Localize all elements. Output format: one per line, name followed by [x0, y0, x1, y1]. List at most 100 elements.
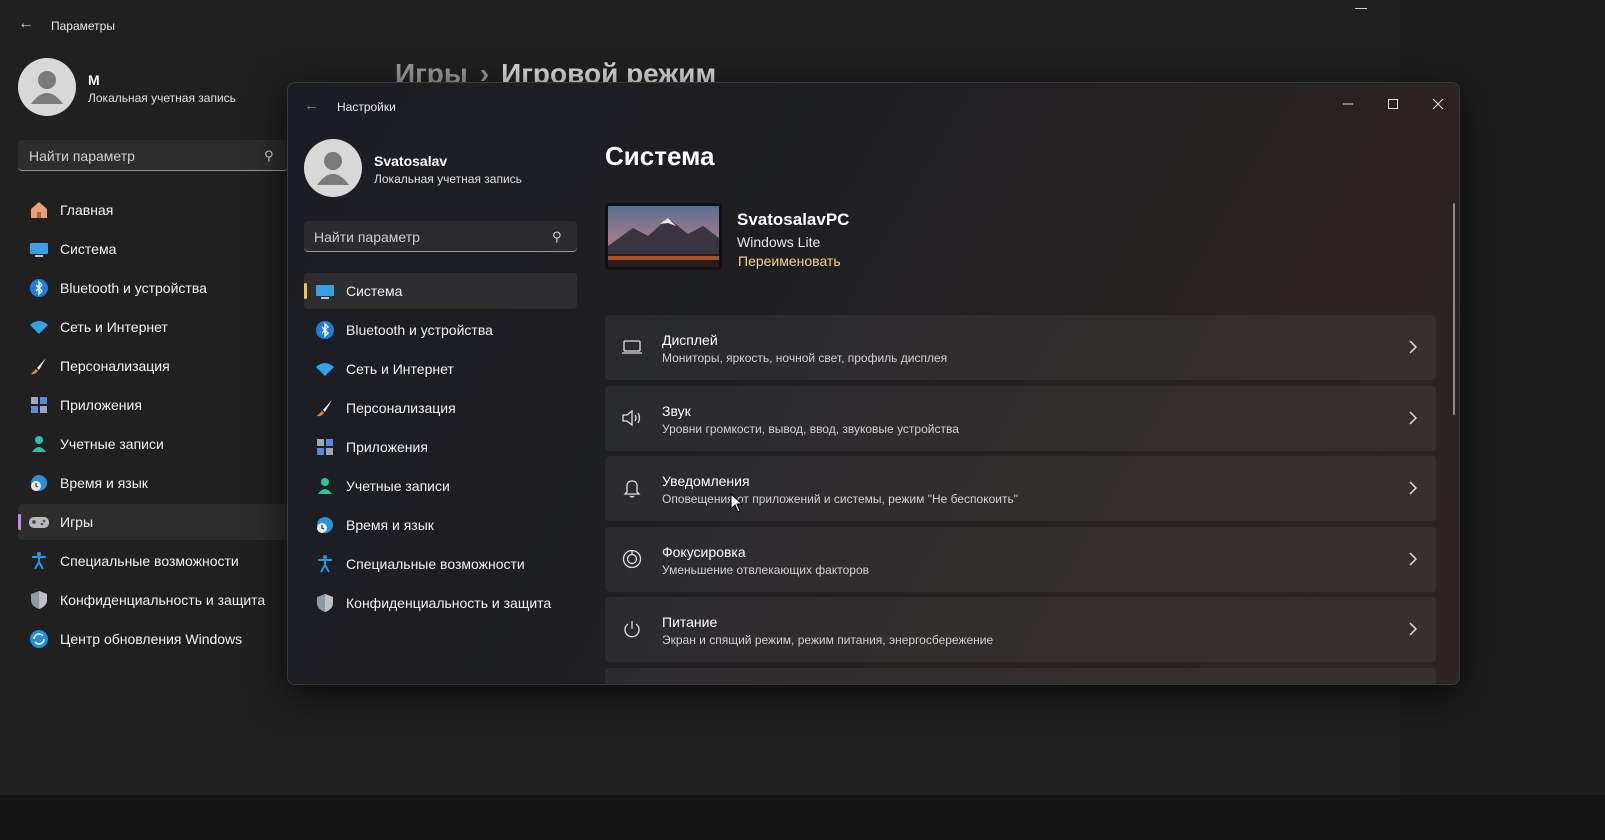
brush-icon — [314, 397, 336, 419]
sidebar-item-accessibility[interactable]: Специальные возможности — [304, 546, 577, 582]
card-title: Дисплей — [662, 332, 718, 348]
card-subtitle: Экран и спящий режим, режим питания, эне… — [662, 633, 994, 647]
sidebar-item-label: Главная — [60, 202, 114, 218]
sidebar-item-label: Bluetooth и устройства — [346, 322, 493, 338]
wifi-icon — [314, 358, 336, 380]
sidebar-item-system[interactable]: Система — [18, 231, 293, 267]
close-icon — [1432, 98, 1443, 110]
sidebar-item-privacy[interactable]: Конфиденциальность и защита — [304, 585, 577, 621]
person-icon — [314, 475, 336, 497]
apps-icon — [28, 394, 50, 416]
sidebar-item-time-language[interactable]: Время и язык — [18, 465, 293, 501]
sidebar-item-apps[interactable]: Приложения — [18, 387, 293, 423]
sidebar-item-personalization[interactable]: Персонализация — [18, 348, 293, 384]
chevron-right-icon — [1406, 479, 1420, 497]
sidebar-item-label: Персонализация — [60, 358, 170, 374]
sidebar-item-network[interactable]: Сеть и Интернет — [18, 309, 293, 345]
sidebar-item-label: Сеть и Интернет — [346, 361, 454, 377]
apps-icon — [314, 436, 336, 458]
shield-icon — [28, 589, 50, 611]
account-type: Локальная учетная запись — [374, 172, 522, 186]
sidebar-item-system[interactable]: Система — [304, 273, 577, 309]
card-subtitle: Уменьшение отвлекающих факторов — [662, 562, 869, 577]
sidebar-item-bluetooth[interactable]: Bluetooth и устройства — [304, 312, 577, 348]
rename-link[interactable]: Переименовать — [738, 253, 841, 269]
close-button[interactable] — [1415, 89, 1459, 119]
card-display[interactable]: Дисплей Мониторы, яркость, ночной свет, … — [605, 315, 1436, 380]
sidebar-item-personalization[interactable]: Персонализация — [304, 390, 577, 426]
globe-clock-icon — [28, 472, 50, 494]
sidebar-item-windows-update[interactable]: Центр обновления Windows — [18, 621, 293, 657]
accessibility-icon — [28, 550, 50, 572]
card-next-partial[interactable] — [605, 667, 1436, 684]
card-title: Питание — [662, 614, 718, 630]
sidebar-item-label: Персонализация — [346, 400, 456, 416]
chevron-right-icon — [1406, 338, 1420, 356]
window-title: Настройки — [337, 100, 396, 114]
sidebar-item-bluetooth[interactable]: Bluetooth и устройства — [18, 270, 293, 306]
card-subtitle: Мониторы, яркость, ночной свет, профиль … — [662, 351, 948, 365]
search-input[interactable]: Найти параметр ⚲ — [304, 221, 577, 252]
minimize-icon[interactable] — [1355, 8, 1367, 9]
chevron-right-icon — [1406, 550, 1420, 568]
search-icon[interactable]: ⚲ — [264, 148, 274, 164]
accessibility-icon — [314, 553, 336, 575]
card-title: Уведомления — [662, 473, 750, 489]
sidebar-item-label: Конфиденциальность и защита — [60, 592, 266, 608]
chevron-right-icon — [1406, 409, 1420, 427]
sidebar-item-accounts[interactable]: Учетные записи — [304, 468, 577, 504]
windows-edition: Windows Lite — [737, 234, 821, 250]
sidebar-item-label: Приложения — [60, 397, 142, 413]
device-wallpaper-thumbnail — [605, 203, 722, 270]
sidebar-nav: Система Bluetooth и устройства Сеть и Ин… — [304, 273, 577, 624]
card-power[interactable]: Питание Экран и спящий режим, режим пита… — [605, 597, 1436, 662]
monitor-icon — [314, 280, 336, 302]
avatar[interactable] — [304, 139, 362, 197]
account-type: Локальная учетная запись — [88, 91, 236, 105]
user-name: M — [88, 72, 100, 88]
sidebar-item-gaming[interactable]: Игры — [18, 504, 293, 540]
display-icon — [621, 336, 643, 358]
search-placeholder: Найти параметр — [314, 229, 420, 245]
sidebar-item-accessibility[interactable]: Специальные возможности — [18, 543, 293, 579]
card-title: Звук — [662, 402, 691, 419]
back-arrow-icon[interactable]: ← — [18, 15, 34, 33]
sidebar-item-label: Игры — [60, 514, 94, 530]
sidebar-item-time-language[interactable]: Время и язык — [304, 507, 577, 543]
sidebar-item-apps[interactable]: Приложения — [304, 429, 577, 465]
focus-icon — [621, 548, 643, 570]
minimize-icon — [1342, 103, 1353, 105]
page-title: Система — [605, 141, 715, 171]
chevron-right-icon — [1406, 620, 1420, 638]
monitor-icon — [28, 238, 50, 260]
maximize-icon — [1387, 99, 1398, 109]
maximize-button[interactable] — [1370, 89, 1415, 119]
search-icon[interactable]: ⚲ — [552, 229, 562, 245]
sidebar-item-privacy[interactable]: Конфиденциальность и защита — [18, 582, 293, 618]
sidebar-item-network[interactable]: Сеть и Интернет — [304, 351, 577, 387]
minimize-button[interactable] — [1325, 89, 1370, 119]
person-icon — [28, 433, 50, 455]
user-name: Svatosalav — [374, 153, 448, 169]
globe-clock-icon — [314, 514, 336, 536]
brush-icon — [28, 355, 50, 377]
power-icon — [621, 618, 643, 640]
sidebar-item-home[interactable]: Главная — [18, 192, 293, 228]
foreground-settings-window[interactable]: ← Настройки Svatosalav Локальная учетная… — [287, 82, 1460, 685]
sidebar-item-label: Учетные записи — [60, 436, 164, 452]
sidebar-item-label: Система — [60, 241, 117, 257]
card-sound[interactable]: Звук Уровни громкости, вывод, ввод, звук… — [605, 385, 1436, 451]
search-input[interactable]: Найти параметр ⚲ — [18, 140, 288, 171]
card-title: Фокусировка — [662, 543, 746, 560]
mouse-cursor-icon — [730, 493, 744, 513]
card-focus[interactable]: Фокусировка Уменьшение отвлекающих факто… — [605, 526, 1436, 592]
sidebar-item-label: Учетные записи — [346, 478, 450, 494]
back-arrow-icon[interactable]: ← — [304, 97, 319, 114]
sidebar-item-label: Приложения — [346, 439, 428, 455]
bluetooth-icon — [314, 319, 336, 341]
device-name: SvatosalavPC — [737, 210, 850, 229]
scrollbar[interactable] — [1453, 203, 1455, 415]
sidebar-item-accounts[interactable]: Учетные записи — [18, 426, 293, 462]
sidebar-item-label: Время и язык — [60, 475, 148, 491]
avatar[interactable] — [18, 58, 76, 116]
